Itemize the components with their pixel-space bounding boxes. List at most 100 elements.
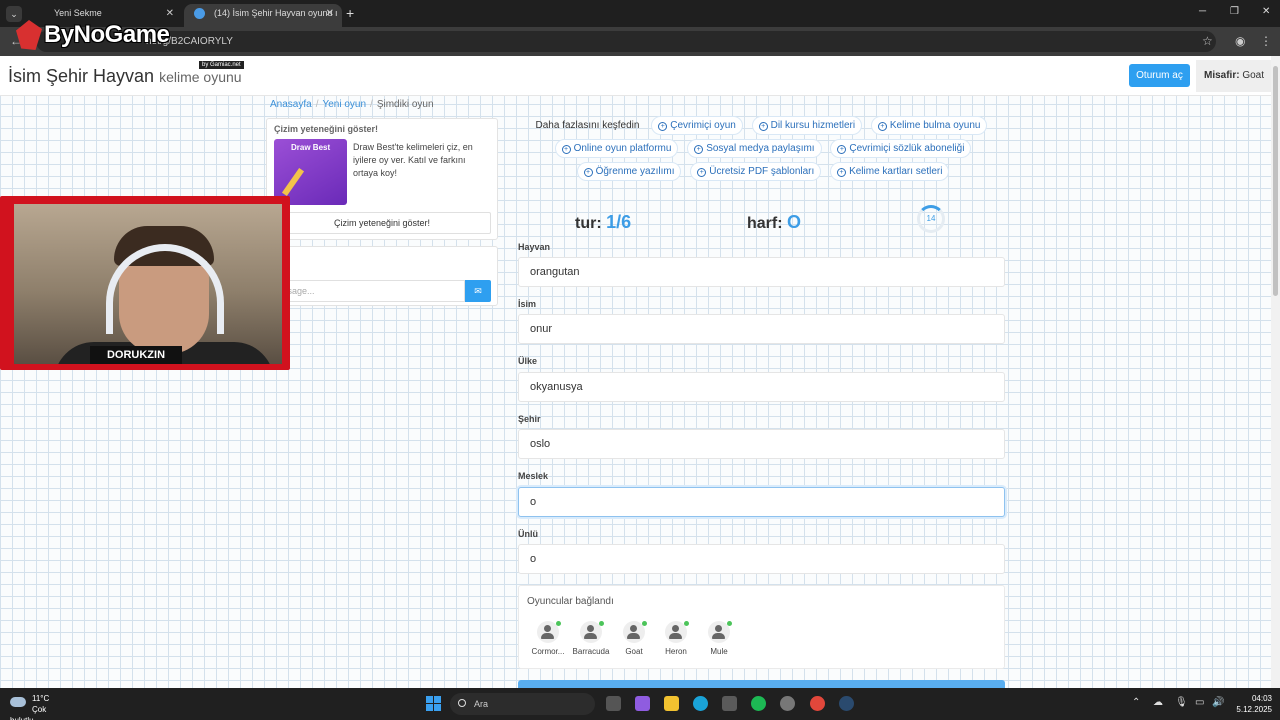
- start-windows-icon[interactable]: [426, 696, 441, 711]
- name-input[interactable]: onur: [518, 314, 1005, 344]
- page-scrollbar[interactable]: [1271, 56, 1280, 688]
- round-indicator: tur: 1/6: [575, 212, 631, 233]
- new-tab-button[interactable]: +: [346, 5, 354, 21]
- chrome-icon[interactable]: [810, 696, 825, 711]
- minimize-button[interactable]: ─: [1199, 6, 1206, 17]
- logo-text: ByNoGame: [44, 21, 170, 48]
- tray-chevron-icon[interactable]: ⌃: [1132, 697, 1140, 708]
- tab-game[interactable]: (14) İsim Şehir Hayvan oyunu ı ✕: [184, 4, 342, 27]
- clock-date: 5.12.2025: [1236, 705, 1272, 714]
- web-page: İsim Şehir Hayvan kelime oyunu Oturum aç…: [0, 56, 1271, 688]
- plus-icon: +: [837, 168, 847, 177]
- explore-tag[interactable]: + Kelime bulma oyunu: [870, 116, 988, 135]
- taskbar-clock[interactable]: 04:03 5.12.2025: [1230, 693, 1272, 715]
- steam-icon[interactable]: [839, 696, 854, 711]
- breadcrumb-home[interactable]: Anasayfa: [270, 99, 312, 110]
- user-icon: [708, 621, 732, 643]
- plus-icon: +: [583, 168, 593, 177]
- field-label-city: Şehir: [518, 414, 541, 424]
- plus-icon: +: [758, 122, 768, 131]
- explore-tag[interactable]: + Öğrenme yazılımı: [576, 162, 682, 181]
- players-title: Oyuncular bağlandı: [527, 596, 614, 607]
- job-input[interactable]: o: [518, 487, 1005, 517]
- site-title[interactable]: İsim Şehir Hayvan kelime oyunu: [8, 66, 242, 87]
- cloud-icon: [10, 697, 26, 707]
- plus-icon: +: [877, 122, 887, 131]
- plus-icon: +: [561, 145, 571, 154]
- explore-tag[interactable]: + Sosyal medya paylaşımı: [687, 139, 822, 158]
- breadcrumb-new-game[interactable]: Yeni oyun: [322, 99, 366, 110]
- spotify-icon[interactable]: [751, 696, 766, 711]
- display-icon[interactable]: ▭: [1195, 697, 1204, 708]
- onedrive-icon[interactable]: ☁: [1153, 697, 1163, 708]
- animal-input[interactable]: orangutan: [518, 257, 1005, 287]
- microphone-icon[interactable]: 🎙: [1175, 697, 1188, 708]
- explore-tag[interactable]: + Çevrimiçi sözlük aboneliği: [830, 139, 972, 158]
- plus-icon: +: [658, 122, 668, 131]
- chat-box: bet essage... ✉: [266, 246, 498, 306]
- url-field[interactable]: net/g/B2CAIORYLY: [36, 31, 1216, 52]
- menu-dots-icon[interactable]: ⋮: [1260, 34, 1272, 48]
- explore-tag[interactable]: + Dil kursu hizmetleri: [751, 116, 863, 135]
- explore-tag[interactable]: + Kelime kartları setleri: [830, 162, 950, 181]
- user-icon: [537, 621, 561, 643]
- submit-button[interactable]: [518, 680, 1005, 688]
- draw-best-promo: Çizim yeteneğini göster! Draw Best Draw …: [266, 118, 498, 240]
- chat-send-icon[interactable]: ✉: [465, 280, 491, 302]
- player-item[interactable]: Goat: [612, 621, 656, 656]
- windows-taskbar: 11°C Çok bulutlu Ara ⌃ ☁ 🎙 ▭ 🔊 04:03 5.1…: [0, 688, 1280, 720]
- guest-info[interactable]: Misafir: Goat: [1196, 60, 1271, 92]
- chat-message-input[interactable]: essage...: [273, 280, 465, 302]
- explore-tag[interactable]: + Çevrimiçi oyun: [651, 116, 743, 135]
- close-window-button[interactable]: ✕: [1262, 6, 1270, 17]
- app-icon[interactable]: [780, 696, 795, 711]
- celebrity-input[interactable]: o: [518, 544, 1005, 574]
- city-input[interactable]: oslo: [518, 429, 1005, 459]
- task-view-icon[interactable]: [606, 696, 621, 711]
- online-dot: [642, 621, 647, 626]
- country-input[interactable]: okyanusya: [518, 372, 1005, 402]
- plus-icon: +: [697, 168, 707, 177]
- webcam-overlay: DORUKZIN: [0, 196, 290, 370]
- store-icon[interactable]: [722, 696, 737, 711]
- tab-close-icon[interactable]: ✕: [326, 4, 334, 23]
- login-button[interactable]: Oturum aç: [1129, 64, 1190, 87]
- explore-label: Daha fazlasını keşfedin: [535, 120, 640, 131]
- site-title-main: İsim Şehir Hayvan: [8, 66, 155, 86]
- weather-widget[interactable]: 11°C Çok bulutlu: [10, 693, 50, 720]
- player-item[interactable]: Heron: [654, 621, 698, 656]
- bookmark-star-icon[interactable]: ☆: [1202, 34, 1213, 48]
- promo-button[interactable]: Çizim yeteneğini göster!: [273, 212, 491, 234]
- tab-label: (14) İsim Şehir Hayvan oyunu ı: [214, 8, 338, 18]
- player-item[interactable]: Barracuda: [569, 621, 613, 656]
- online-dot: [556, 621, 561, 626]
- maximize-button[interactable]: ❐: [1230, 6, 1239, 17]
- online-dot: [684, 621, 689, 626]
- letter-value: O: [787, 212, 802, 232]
- logo-sub: by Gamiac.net: [199, 61, 244, 69]
- online-dot: [727, 621, 732, 626]
- user-icon: [580, 621, 604, 643]
- player-name: Heron: [665, 647, 687, 656]
- scroll-thumb[interactable]: [1273, 66, 1278, 296]
- profile-icon[interactable]: ◉: [1235, 34, 1245, 48]
- field-label-celebrity: Ünlü: [518, 529, 538, 539]
- online-dot: [599, 621, 604, 626]
- webcam-feed: [14, 204, 282, 364]
- logo-mark-icon: [16, 20, 42, 50]
- copilot-icon[interactable]: [635, 696, 650, 711]
- file-explorer-icon[interactable]: [664, 696, 679, 711]
- explore-tag[interactable]: + Ücretsiz PDF şablonları: [690, 162, 822, 181]
- taskbar-search-label: Ara: [474, 699, 489, 709]
- player-item[interactable]: Cormor...: [526, 621, 570, 656]
- edge-icon[interactable]: [693, 696, 708, 711]
- letter-indicator: harf: O: [747, 212, 801, 233]
- player-name: Goat: [625, 647, 643, 656]
- promo-text: Draw Best'te kelimeleri çiz, en iyilere …: [353, 142, 473, 178]
- taskbar-search[interactable]: Ara: [450, 693, 595, 715]
- clock-time: 04:03: [1251, 694, 1272, 703]
- volume-icon[interactable]: 🔊: [1212, 697, 1224, 708]
- player-name: Barracuda: [572, 647, 610, 656]
- player-item[interactable]: Mule: [697, 621, 741, 656]
- explore-tag[interactable]: + Online oyun platformu: [554, 139, 679, 158]
